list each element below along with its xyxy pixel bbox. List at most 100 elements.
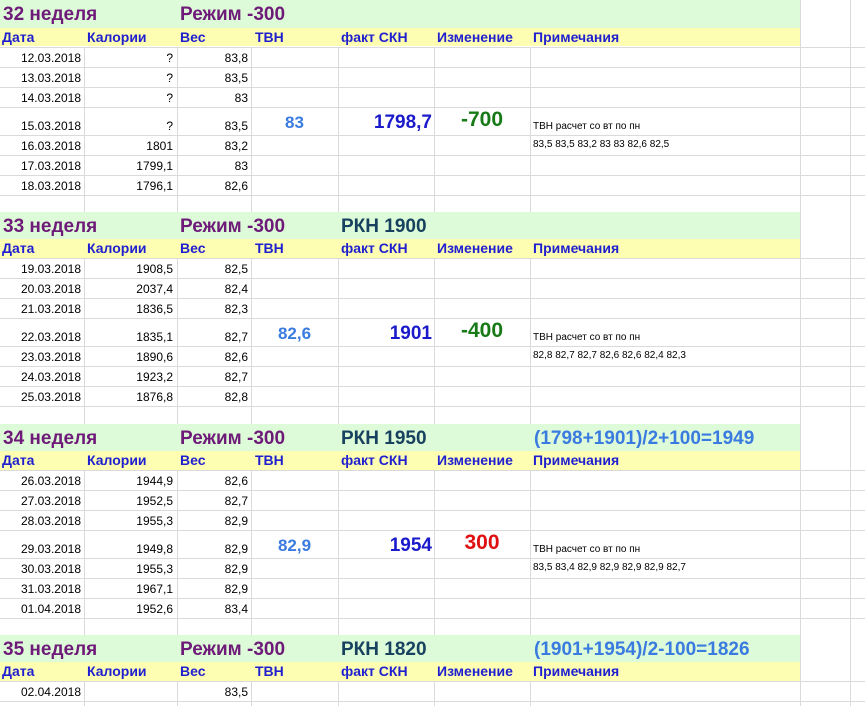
grid-line [0, 618, 865, 619]
grid-line [0, 510, 865, 511]
fact-skn-value: 1954 [389, 535, 432, 556]
tvn-value: 82,6 [277, 324, 312, 343]
mode-label: Режим -300 [180, 4, 286, 25]
date-cell: 25.03.2018 [20, 390, 81, 404]
grid-line [0, 386, 865, 387]
week-label: 35 неделя [3, 639, 98, 660]
weight-cell: 82,7 [224, 494, 248, 508]
date-cell: 21.03.2018 [20, 302, 81, 316]
grid-line [0, 278, 865, 279]
column-header: Вес [180, 452, 206, 468]
calories-cell: 1799,1 [136, 159, 173, 173]
calories-cell: 1949,8 [136, 542, 173, 556]
grid-line [0, 366, 865, 367]
weight-cell: 82,3 [224, 302, 248, 316]
calories-cell: 1876,8 [136, 390, 173, 404]
calories-cell: 1967,1 [136, 582, 173, 596]
grid-line [0, 67, 865, 68]
grid-line [530, 47, 531, 212]
date-cell: 16.03.2018 [20, 139, 81, 153]
calories-cell: ? [166, 71, 173, 85]
weight-cell: 82,8 [224, 390, 248, 404]
grid-line [0, 346, 865, 347]
column-header: Изменение [437, 240, 513, 256]
weight-cell: 82,6 [224, 179, 248, 193]
grid-line [0, 578, 865, 579]
grid-line [530, 258, 531, 424]
weight-cell: 82,5 [224, 262, 248, 276]
weight-cell: 83 [234, 159, 248, 173]
grid-line [850, 47, 851, 212]
calories-cell: 1908,5 [136, 262, 173, 276]
tvn-value: 83 [285, 113, 304, 132]
column-header: факт СКН [341, 452, 408, 468]
spreadsheet-grid[interactable]: 32 неделя Режим -300 Дата Калории Вес ТВН факт… [0, 0, 865, 706]
weight-cell: 83,5 [224, 685, 248, 699]
note-values: 83,5 83,5 83,2 83 83 82,6 82,5 [533, 139, 670, 150]
weight-cell: 82,9 [224, 562, 248, 576]
note-values: 82,8 82,7 82,7 82,6 82,6 82,4 82,3 [533, 350, 686, 361]
grid-line [0, 470, 865, 471]
change-value: -700 [460, 108, 504, 131]
grid-line [800, 681, 801, 706]
weight-cell: 82,9 [224, 514, 248, 528]
mode-label: Режим -300 [180, 639, 286, 660]
calories-cell: 1796,1 [136, 179, 173, 193]
formula-label: (1798+1901)/2+100=1949 [534, 428, 755, 449]
date-cell: 17.03.2018 [20, 159, 81, 173]
calories-cell: 1952,5 [136, 494, 173, 508]
calories-cell: 1955,3 [136, 562, 173, 576]
grid-line [800, 635, 801, 681]
column-header: ТВН [255, 240, 284, 256]
column-header: Калории [87, 663, 147, 679]
grid-line [800, 424, 801, 470]
column-header: Дата [2, 240, 35, 256]
column-header: Примечания [533, 452, 620, 468]
grid-line [0, 47, 865, 48]
date-cell: 12.03.2018 [20, 51, 81, 65]
column-header: Вес [180, 240, 206, 256]
column-header: Примечания [533, 240, 620, 256]
column-header: ТВН [255, 452, 284, 468]
calories-cell: 1923,2 [136, 370, 173, 384]
grid-line [800, 0, 801, 47]
calories-cell: 1890,6 [136, 350, 173, 364]
grid-line [338, 681, 339, 706]
grid-line [850, 681, 851, 706]
note-text: ТВН расчет со вт по пн [533, 544, 641, 555]
grid-line [0, 107, 865, 108]
grid-line [0, 155, 865, 156]
weight-cell: 83,5 [224, 119, 248, 133]
rkn-label: РКН 1900 [341, 216, 427, 237]
calories-cell: 1801 [146, 139, 173, 153]
column-header: Изменение [437, 29, 513, 45]
weight-cell: 83,5 [224, 71, 248, 85]
grid-line [800, 47, 801, 212]
column-header: Примечания [533, 29, 620, 45]
rkn-label: РКН 1820 [341, 639, 427, 660]
date-cell: 02.04.2018 [20, 685, 81, 699]
calories-cell: 1955,3 [136, 514, 173, 528]
calories-cell: 1836,5 [136, 302, 173, 316]
weight-cell: 82,9 [224, 582, 248, 596]
date-cell: 15.03.2018 [20, 119, 81, 133]
date-cell: 26.03.2018 [20, 474, 81, 488]
grid-line [800, 212, 801, 258]
change-value: 300 [464, 531, 500, 554]
grid-line [0, 135, 865, 136]
grid-line [0, 490, 865, 491]
column-header: Вес [180, 663, 206, 679]
calories-cell: 1944,9 [136, 474, 173, 488]
note-text: ТВН расчет со вт по пн [533, 121, 641, 132]
column-header: Дата [2, 29, 35, 45]
grid-line [0, 701, 865, 702]
column-header: Изменение [437, 452, 513, 468]
weight-cell: 83,2 [224, 139, 248, 153]
column-header: Калории [87, 452, 147, 468]
date-cell: 22.03.2018 [20, 330, 81, 344]
calories-cell: ? [166, 91, 173, 105]
grid-line [850, 212, 851, 258]
date-cell: 13.03.2018 [20, 71, 81, 85]
date-cell: 18.03.2018 [20, 179, 81, 193]
date-cell: 30.03.2018 [20, 562, 81, 576]
